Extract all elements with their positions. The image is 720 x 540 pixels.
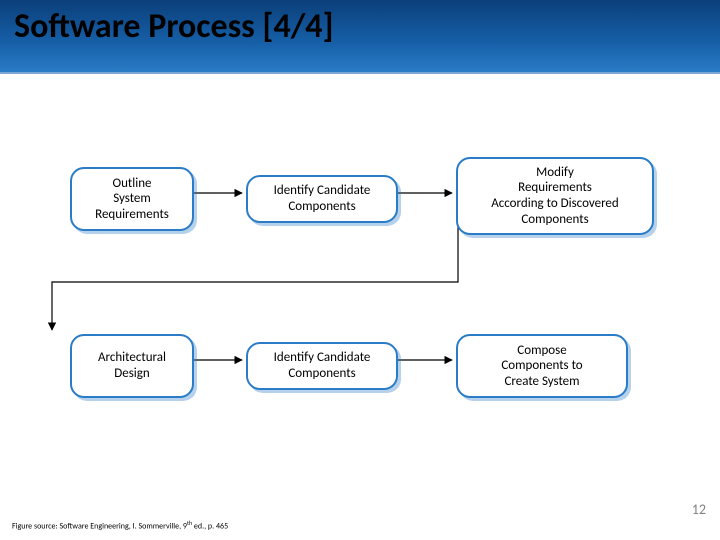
node-label: Modify Requirements According to Discove… (491, 165, 618, 227)
slide-title: Software Process [4/4] (14, 6, 334, 47)
diagram-stage: Outline System Requirements Identify Can… (0, 72, 720, 492)
source-suffix: ed., p. 465 (192, 522, 228, 532)
node-modify-requirements: Modify Requirements According to Discove… (456, 157, 654, 235)
node-outline-requirements: Outline System Requirements (70, 167, 194, 231)
node-label: Architectural Design (98, 350, 166, 381)
node-label: Identify Candidate Components (274, 350, 371, 381)
node-label: Outline System Requirements (95, 176, 169, 223)
node-identify-candidate-1: Identify Candidate Components (246, 175, 398, 223)
node-identify-candidate-2: Identify Candidate Components (246, 342, 398, 390)
node-architectural-design: Architectural Design (70, 334, 194, 398)
figure-source: Figure source: Software Engineering, I. … (12, 519, 228, 532)
node-label: Identify Candidate Components (274, 183, 371, 214)
arrow-n3-n4 (52, 222, 458, 330)
arrow-layer (0, 72, 720, 492)
page-number: 12 (692, 501, 706, 518)
source-prefix: Figure source: Software Engineering, I. … (12, 522, 187, 532)
node-label: Compose Components to Create System (501, 343, 582, 390)
title-bar: Software Process [4/4] (0, 0, 720, 74)
node-compose-system: Compose Components to Create System (456, 334, 628, 398)
